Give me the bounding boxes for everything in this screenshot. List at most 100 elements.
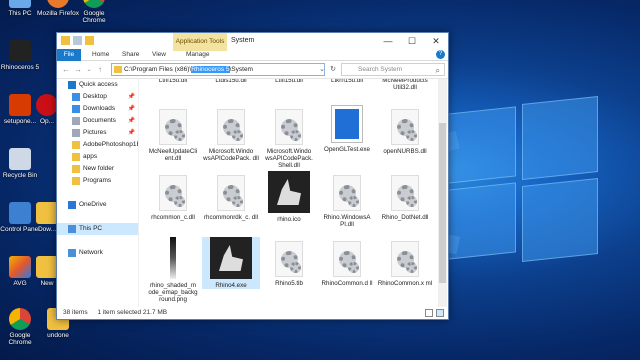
file-item[interactable]: Microsoft.Windo wsAPICodePack. Shell.dll [260,105,318,169]
file-name: Ltdis15u.dll [215,79,247,84]
maximize-button[interactable]: ☐ [400,33,424,49]
gear-icon [290,262,301,273]
search-input[interactable]: Search System ⌕ [341,63,445,76]
file-item[interactable]: Ltfif15u.dll [145,79,202,84]
file-item[interactable]: RhinoCommon.d ll [318,237,376,287]
file-item[interactable]: RhinoCommon.x ml [376,237,434,287]
nav-item[interactable]: This PC [57,223,138,235]
search-icon: ⌕ [435,66,440,75]
details-view-icon[interactable] [425,309,433,317]
chrome-icon [83,0,105,8]
file-item[interactable]: openNURBS.dll [376,105,434,155]
file-item[interactable]: rhcommonrdk_c. dll [202,171,260,221]
title-bar[interactable]: Application Tools System — ☐ ✕ [57,33,448,51]
file-item[interactable]: Microsoft.Windo wsAPICodePack. dll [202,105,260,162]
folder-icon [68,81,76,89]
folder-icon [114,66,122,73]
pin-icon[interactable]: 📌 [128,127,135,139]
desktop-icon-rhinoceros[interactable]: Rhinoceros 5 [0,40,42,71]
file-name: rhino.ico [277,216,301,223]
item-count: 38 items [63,309,88,316]
file-item[interactable]: rhcommon_c.dll [145,171,202,221]
tab-file[interactable]: File [57,49,81,61]
nav-item[interactable]: Programs [57,175,138,187]
pin-icon[interactable]: 📌 [128,91,135,103]
gear-icon [290,130,301,141]
dll-file-icon [217,175,245,211]
nav-item[interactable]: New folder [57,163,138,175]
nav-item[interactable]: Pictures 📌 [57,127,138,139]
vertical-scrollbar[interactable] [438,79,447,307]
minimize-button[interactable]: — [376,33,400,49]
pin-icon[interactable]: 📌 [128,103,135,115]
application-icon [331,105,363,143]
file-item[interactable]: rhino.ico [260,171,318,223]
back-arrow-icon[interactable]: ← [61,64,71,76]
close-button[interactable]: ✕ [424,33,448,49]
tab-view[interactable]: View [147,49,171,61]
large-icons-view-icon[interactable] [436,309,444,317]
rhino-icon [268,171,310,213]
nav-item[interactable]: Quick access [57,79,138,91]
file-explorer-window: Application Tools System — ☐ ✕ File Home… [56,32,449,320]
file-item[interactable]: Rhino.WindowsA PI.dll [318,171,376,228]
nav-item-label: New folder [83,165,115,172]
rhino-head-shape [219,245,243,271]
address-dropdown-icon[interactable]: ⌄ [317,63,327,76]
file-item[interactable]: Rhino_DotNet.dll [376,171,434,221]
dll-file-icon [333,241,361,277]
file-name: Rhino5.tlb [275,280,303,287]
opera-icon [36,94,58,116]
file-item[interactable]: Rhino5.tlb [260,237,318,287]
gear-icon [406,262,417,273]
recent-chevron-icon[interactable]: ⌄ [84,64,94,76]
properties-icon[interactable] [73,36,82,45]
nav-item[interactable]: apps [57,151,138,163]
quick-access-toolbar [61,36,94,45]
dll-file-icon [159,175,187,211]
tab-share[interactable]: Share [117,49,144,61]
file-list: Ltfif15u.dll Ltdis15u.dll Ltfil15u.dll Ltkr… [145,79,435,307]
nav-item-label: Documents [83,117,116,124]
nav-item[interactable]: OneDrive [57,199,138,211]
forward-arrow-icon[interactable]: → [73,64,83,76]
file-name: OpenGLTest.exe [324,146,370,153]
tab-home[interactable]: Home [87,49,114,61]
file-name: McNeelUpdateCli ent.dll [148,148,198,162]
gear-icon [348,262,359,273]
nav-item[interactable]: AdobePhotoshop1E [57,139,138,151]
status-bar: 38 items 1 item selected 21.7 MB [57,307,448,319]
nav-item[interactable]: Desktop 📌 [57,91,138,103]
up-arrow-icon[interactable]: ↑ [95,64,105,76]
desktop-icon-recycle-bin[interactable]: Recycle Bin [0,148,42,179]
file-item[interactable]: rhino_shaded_m ode_emap_backg round.png [145,237,202,303]
file-item[interactable]: McNeelProducts Util32.dll [376,79,434,91]
scrollbar-thumb[interactable] [439,123,446,283]
file-name: Rhino_DotNet.dll [381,214,429,221]
nav-item[interactable]: Network [57,247,138,259]
window-title: System [231,37,255,44]
address-prefix: C:\Program Files (x86)\ [124,66,192,73]
file-item[interactable]: Ltkrn15u.dll [318,79,376,84]
address-row: ← → ⌄ ↑ C:\Program Files (x86)\Rhinocero… [57,61,448,79]
control-panel-icon [9,202,31,224]
file-item[interactable]: OpenGLTest.exe [318,105,376,153]
nav-item[interactable]: Downloads 📌 [57,103,138,115]
tab-manage[interactable]: Manage [181,49,215,61]
new-folder-icon[interactable] [85,36,94,45]
ribbon-tabs: File Home Share View Manage ? [57,49,448,61]
file-item[interactable]: Ltfil15u.dll [260,79,318,84]
pin-icon[interactable]: 📌 [128,115,135,127]
file-item[interactable]: Ltdis15u.dll [202,79,260,84]
refresh-icon[interactable]: ↻ [328,63,338,76]
address-bar[interactable]: C:\Program Files (x86)\Rhinoceros 5\Syst… [111,63,325,76]
file-item[interactable]: McNeelUpdateCli ent.dll [145,105,202,162]
nav-item[interactable]: Documents 📌 [57,115,138,127]
nav-item-label: Programs [83,177,112,184]
nav-item-label: Network [79,249,103,256]
file-item[interactable]: Rhino4.exe [202,237,260,289]
desktop-icon-chrome-top[interactable]: Google Chrome [72,0,116,24]
help-icon[interactable]: ? [436,50,445,59]
file-name: openNURBS.dll [383,148,427,155]
